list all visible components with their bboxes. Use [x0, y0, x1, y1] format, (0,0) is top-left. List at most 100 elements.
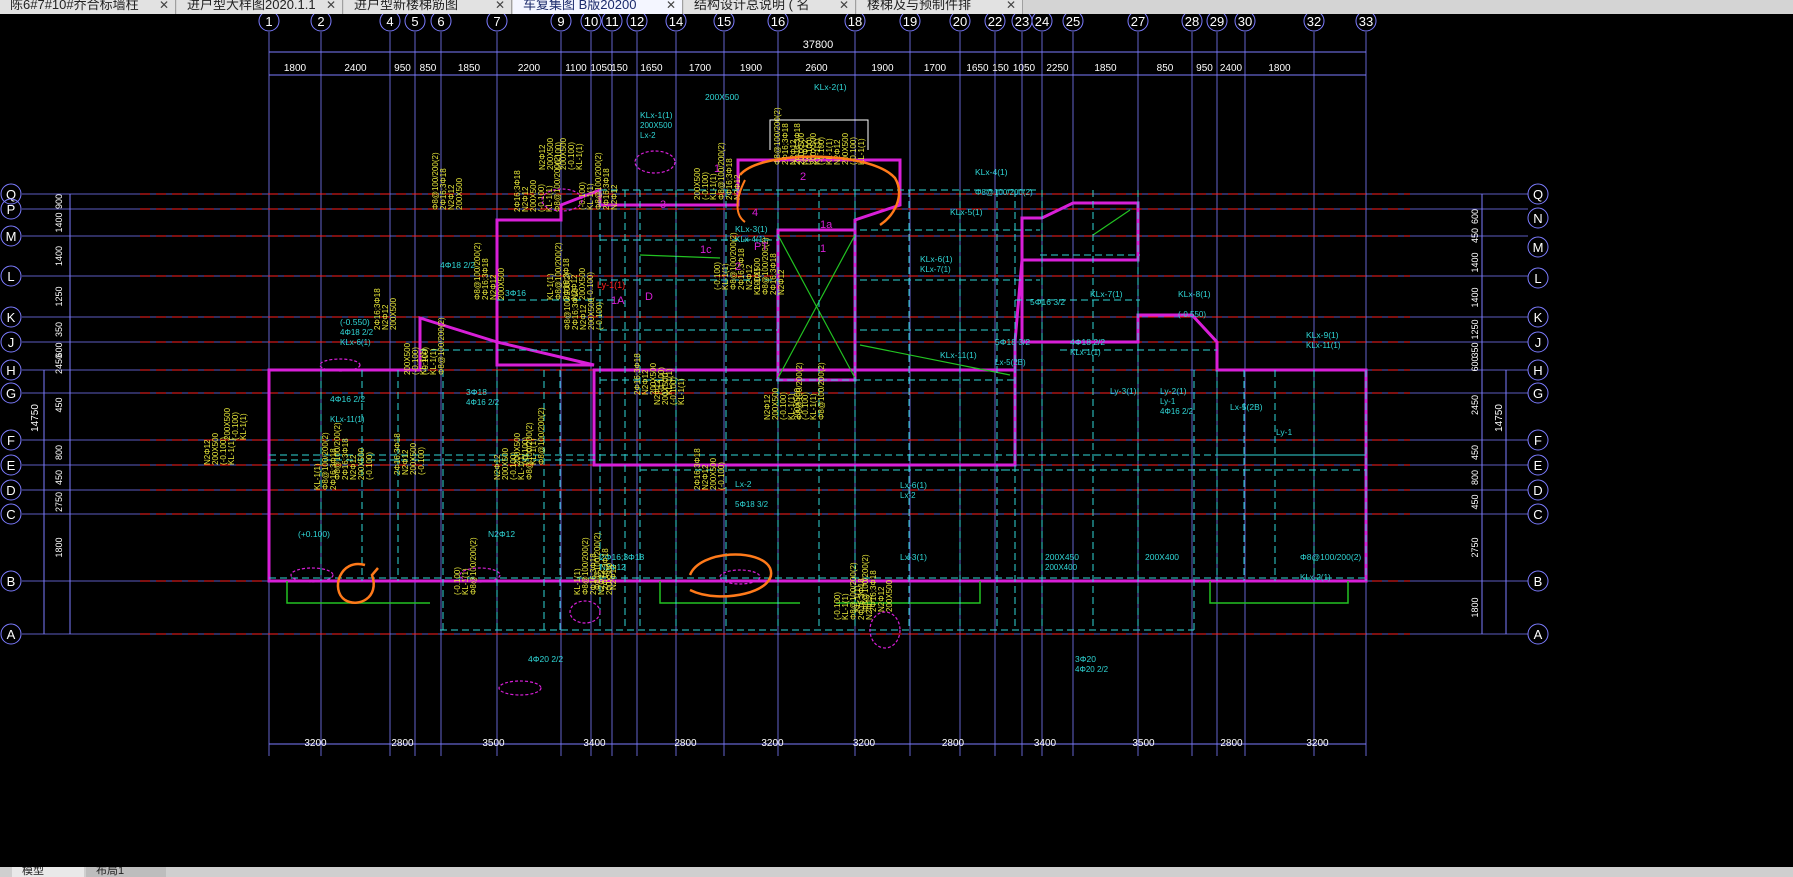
dimension-top: 850 — [1157, 63, 1174, 74]
tab-document-5[interactable]: 结构设计总说明 ( 名 ✕ — [684, 0, 856, 14]
close-icon[interactable]: ✕ — [159, 0, 169, 11]
close-icon[interactable]: ✕ — [1006, 0, 1016, 11]
dimension-top: 1850 — [1094, 63, 1117, 74]
beam-annotation: KLx-4(1) — [975, 167, 1008, 177]
beam-annotation: Ly-1 — [1160, 397, 1176, 406]
axis-bubble-label: L — [1534, 271, 1541, 286]
document-tab-bar: 陈6#7#10#乔合标墙柱 ✕ 进户型大样图2020.1.1 ✕ 进户型新楼梯筋图 ✕… — [0, 0, 1793, 14]
axis-bubble-label: 18 — [848, 14, 862, 29]
axis-bubble-label: P — [7, 202, 16, 217]
beam-annotation: KLx-11(1) — [1306, 341, 1341, 350]
beam-annotation: 200X500 — [705, 92, 739, 102]
axis-bubble-label: 22 — [988, 14, 1002, 29]
dimension-bottom: 2800 — [942, 738, 965, 749]
rebar-annotation: (-0.100) — [717, 462, 726, 490]
axis-bubble-label: D — [6, 483, 15, 498]
dimension-right: 450 — [1470, 494, 1480, 509]
axis-bubble-label: K — [7, 310, 16, 325]
axis-bubble-label: 2 — [317, 14, 324, 29]
dimension-left: 450 — [54, 470, 64, 485]
axis-bubble-label: H — [6, 363, 15, 378]
tab-document-3[interactable]: 进户型新楼梯筋图 ✕ — [344, 0, 512, 14]
dimension-left: 800 — [54, 445, 64, 460]
beam-annotation: N2Φ12 — [488, 529, 515, 539]
beam-annotation: Ly-2(1) — [1160, 386, 1187, 396]
dimension-right: 450 — [1470, 445, 1480, 460]
beam-annotation: (-0.550) — [340, 317, 370, 327]
beam-annotation: Lx-2 — [735, 479, 752, 489]
beam-annotation: 3Φ18 — [466, 387, 487, 397]
dimension-top: 2200 — [518, 63, 541, 74]
tab-document-4-active[interactable]: 车复集图 B版20200 ✕ — [513, 0, 683, 14]
beam-annotation: KLx-5(1) — [950, 207, 983, 217]
beam-annotation: Ly-3(1) — [1110, 386, 1137, 396]
axis-bubble-label: A — [1534, 627, 1543, 642]
dimension-bottom: 3200 — [761, 738, 784, 749]
rebar-annotation: KL-1(1) — [575, 143, 584, 170]
room-label: 1A — [611, 295, 625, 307]
axis-bubble-label: C — [1533, 507, 1542, 522]
room-label: D — [645, 291, 653, 303]
rebar-annotation: (-0.100) — [586, 272, 595, 300]
dimension-right: 800 — [1470, 470, 1480, 485]
rebar-annotation: N2Φ12 — [777, 269, 786, 295]
beam-annotation: KLx-7(1) — [1090, 289, 1123, 299]
layout1-tab[interactable]: 布局1 — [86, 867, 166, 877]
dimension-top: 150 — [611, 63, 628, 74]
dimension-bottom: 2800 — [1220, 738, 1243, 749]
dimension-right: 450 — [1470, 228, 1480, 243]
cad-drawing-canvas[interactable]: KLx-1(1)200X500Lx-2200X500KLx-2(1)KLx-3(… — [0, 14, 1793, 867]
axis-bubble-label: 16 — [771, 14, 785, 29]
dimension-top: 1050 — [590, 63, 613, 74]
room-label: 4 — [752, 207, 758, 219]
dimension-left: 1800 — [54, 537, 64, 557]
beam-annotation: 4Φ20 2/2 — [1075, 665, 1109, 674]
beam-annotation: KLx-6(1) — [920, 254, 953, 264]
room-label: 2 — [735, 261, 741, 273]
tab-label: 进户型新楼梯筋图 — [354, 0, 459, 12]
axis-bubble-label: 11 — [605, 14, 619, 29]
beam-annotation: 4Φ18 2/2 — [340, 328, 374, 337]
dimension-top: 1800 — [1268, 63, 1291, 74]
axis-bubble-label: C — [6, 507, 15, 522]
rebar-annotation: (-0.100) — [595, 302, 604, 330]
tab-document-2[interactable]: 进户型大样图2020.1.1 ✕ — [177, 0, 343, 14]
tab-document-6[interactable]: 楼梯及与预制件排 ✕ — [857, 0, 1023, 14]
dimension-top: 1100 — [565, 63, 587, 74]
close-icon[interactable]: ✕ — [839, 0, 849, 11]
close-icon[interactable]: ✕ — [666, 0, 676, 11]
axis-bubble-label: 24 — [1035, 14, 1049, 29]
axis-bubble-label: M — [1533, 240, 1544, 255]
rebar-annotation: Φ8@100/200(2) — [817, 362, 826, 420]
beam-annotation: KLx-1(1) — [640, 110, 673, 120]
layout-tab-bar: 模型 布局1 — [0, 867, 1793, 877]
model-tab[interactable]: 模型 — [12, 867, 84, 877]
rebar-annotation: 200X500 — [885, 579, 894, 612]
tab-label: 结构设计总说明 ( 名 — [694, 0, 810, 12]
close-icon[interactable]: ✕ — [326, 0, 336, 11]
axis-bubble-label: 9 — [557, 14, 564, 29]
beam-annotation: KLx-11(1) — [940, 350, 977, 360]
dimension-top: 950 — [394, 63, 411, 74]
axis-bubble-label: G — [1533, 386, 1543, 401]
axis-bubble-label: 29 — [1210, 14, 1224, 29]
dimension-top: 2250 — [1046, 63, 1069, 74]
axis-bubble-label: K — [1534, 310, 1543, 325]
beam-annotation: 4Φ16 2/2 — [466, 398, 500, 407]
dimension-top: 1650 — [640, 63, 663, 74]
rebar-annotation: N2Φ12 — [609, 564, 618, 590]
rebar-annotation: Φ8@100/200(2) — [437, 317, 446, 375]
axis-bubble-label: M — [6, 229, 17, 244]
rebar-annotation: (-0.100) — [365, 452, 374, 480]
axis-bubble-label: 1 — [265, 14, 272, 29]
dimension-bottom: 3400 — [583, 738, 606, 749]
axis-bubble-label: 6 — [437, 14, 444, 29]
dimension-top: 1650 — [966, 63, 989, 74]
room-label: 1a — [820, 219, 833, 231]
tab-document-1[interactable]: 陈6#7#10#乔合标墙柱 ✕ — [0, 0, 176, 14]
dimension-top: 950 — [1196, 63, 1213, 74]
axis-bubble-label: Q — [1533, 187, 1543, 202]
axis-bubble-label: B — [1534, 574, 1543, 589]
close-icon[interactable]: ✕ — [495, 0, 505, 11]
room-label: 1c — [700, 244, 712, 256]
